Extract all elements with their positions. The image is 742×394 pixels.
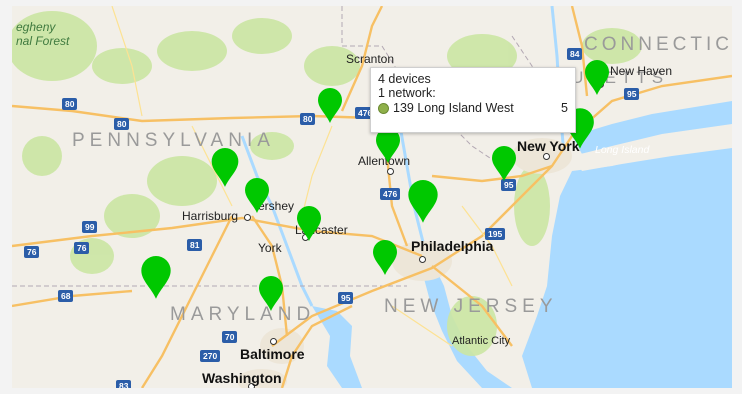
device-pin[interactable]	[491, 146, 517, 182]
device-pin[interactable]	[244, 178, 270, 214]
park-label-line2: nal Forest	[16, 34, 70, 48]
highway-shield-i270: 270	[200, 350, 221, 362]
park-label-line1: egheny	[16, 20, 56, 34]
highway-shield-i70: 70	[222, 331, 238, 343]
city-label-harrisburg: Harrisburg	[182, 209, 239, 223]
highway-shield-i99: 99	[82, 221, 98, 233]
city-dot-new-york	[543, 153, 550, 160]
highway-shield-i68: 68	[58, 290, 74, 302]
city-label-philadelphia: Philadelphia	[411, 238, 494, 254]
city-dot-harrisburg	[244, 214, 251, 221]
network-status-dot	[378, 102, 389, 114]
city-label-atlantic-city: Atlantic City	[452, 335, 511, 347]
device-pin[interactable]	[140, 256, 172, 300]
highway-shield-i80: 80	[62, 98, 78, 110]
tooltip-network-name: 139 Long Island West	[393, 101, 514, 115]
city-dot-philadelphia	[419, 256, 426, 263]
device-pin[interactable]	[296, 206, 322, 242]
device-tooltip: 4 devices 1 network: 139 Long Island Wes…	[370, 67, 576, 133]
device-pin[interactable]	[258, 276, 284, 312]
city-label-york: York	[258, 241, 282, 255]
tooltip-device-count: 4 devices	[378, 72, 431, 86]
state-label-pennsylvania: PENNSYLVANIA	[72, 130, 275, 151]
city-label-new-haven: New Haven	[610, 64, 673, 78]
device-pin[interactable]	[210, 148, 240, 188]
label-long-island: Long Island	[595, 144, 650, 156]
highway-shield-i76: 76	[24, 246, 40, 258]
highway-shield-i476: 476	[380, 188, 401, 200]
highway-shield-i76: 76	[74, 242, 90, 254]
tooltip-network-device-count: 5	[561, 101, 568, 115]
highway-shield-i80: 80	[114, 118, 130, 130]
highway-shield-i95: 95	[624, 88, 640, 100]
state-label-new-jersey: NEW JERSEY	[384, 296, 558, 317]
map-frame: PENNSYLVANIA MARYLAND NEW JERSEY CONNECT…	[0, 0, 742, 394]
highway-shield-i80: 80	[300, 113, 316, 125]
highway-shield-i84: 84	[567, 48, 583, 60]
map-canvas[interactable]: PENNSYLVANIA MARYLAND NEW JERSEY CONNECT…	[12, 6, 732, 388]
city-label-washington: Washington	[202, 370, 282, 386]
state-label-maryland: MARYLAND	[170, 304, 316, 325]
highway-shield-i81: 81	[187, 239, 203, 251]
highway-shield-i83: 83	[116, 380, 132, 388]
highway-shield-i95: 95	[338, 292, 354, 304]
tooltip-network-count: 1 network:	[378, 86, 436, 100]
device-pin[interactable]	[372, 240, 398, 276]
device-pin[interactable]	[375, 128, 401, 164]
device-pin[interactable]	[317, 88, 343, 124]
highway-shield-i195: 195	[485, 228, 506, 240]
state-label-connecticut: CONNECTICUT	[584, 34, 732, 55]
city-dot-baltimore	[270, 338, 277, 345]
device-pin[interactable]	[584, 60, 610, 96]
device-pin[interactable]	[407, 180, 439, 224]
city-dot-allentown	[387, 168, 394, 175]
city-label-baltimore: Baltimore	[240, 346, 305, 362]
tooltip-network-row[interactable]: 139 Long Island West 5	[378, 101, 568, 115]
city-label-scranton: Scranton	[346, 52, 395, 66]
